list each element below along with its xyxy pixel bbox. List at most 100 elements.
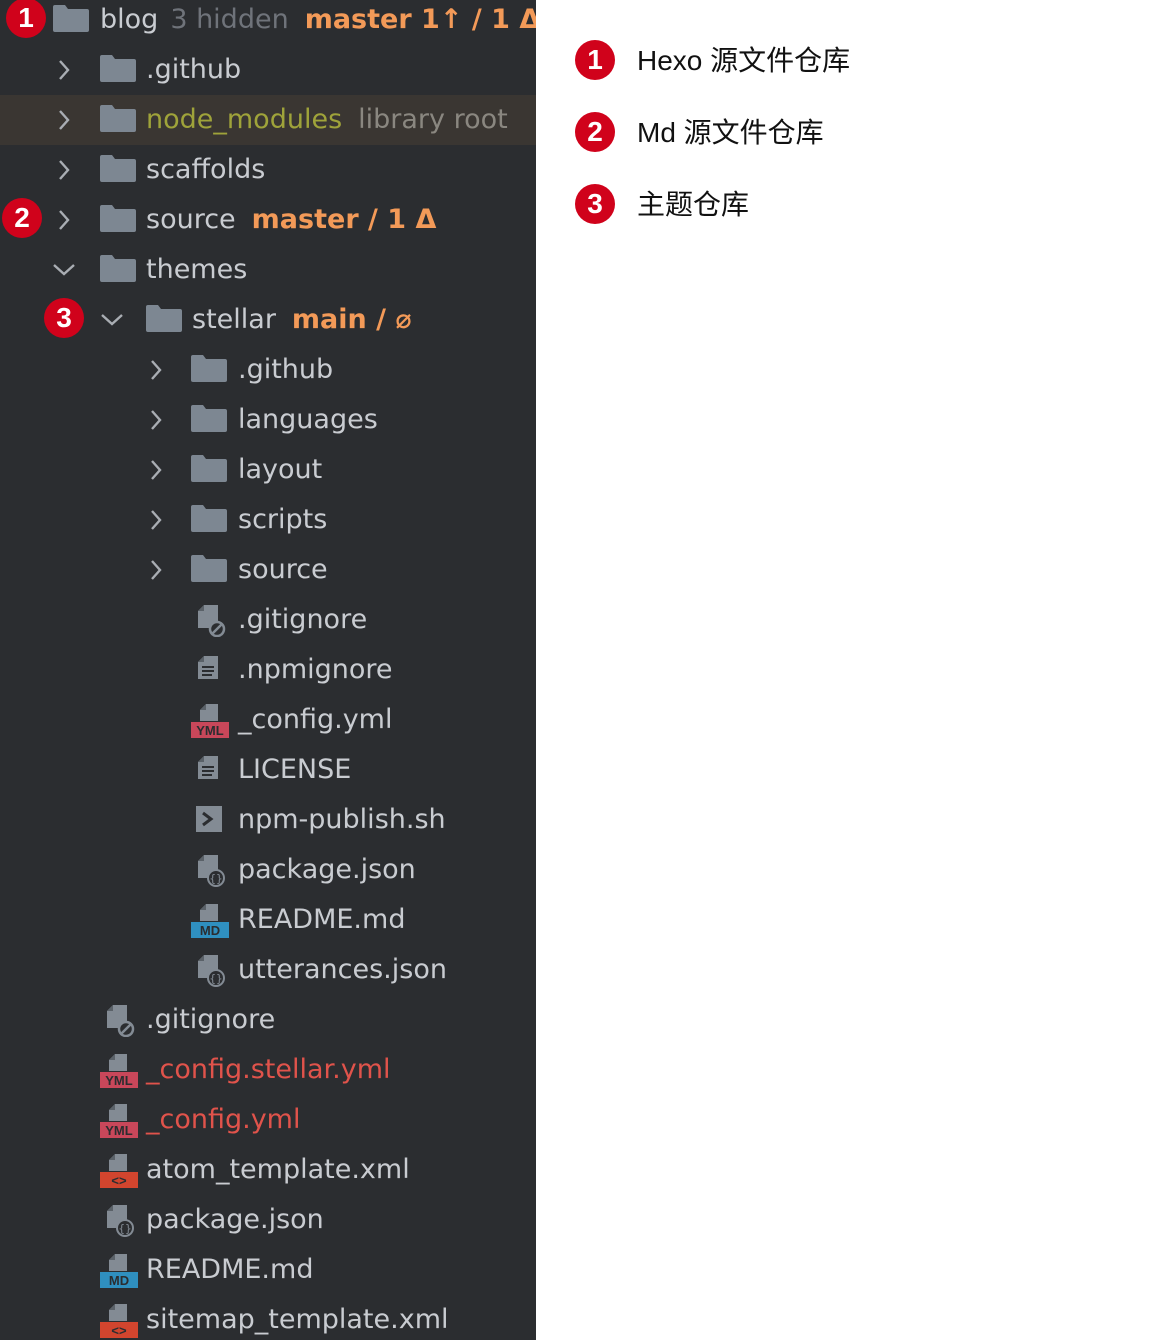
marker-badge: 2: [575, 112, 615, 152]
chevron-right-icon[interactable]: [52, 195, 76, 245]
tree-item-label: .github: [146, 45, 241, 95]
item-name: LICENSE: [238, 754, 352, 785]
item-hint: library root: [358, 104, 508, 135]
tree-folder-row[interactable]: scripts: [0, 495, 536, 545]
tree-file-row[interactable]: MD README.md: [0, 895, 536, 945]
item-name: _config.yml: [238, 704, 393, 735]
tree-folder-row[interactable]: .github: [0, 345, 536, 395]
tree-item-label: sitemap_template.xml: [146, 1295, 449, 1340]
tree-file-row[interactable]: {} utterances.json: [0, 945, 536, 995]
tree-folder-row[interactable]: themes: [0, 245, 536, 295]
chevron-right-icon[interactable]: [144, 345, 168, 395]
tree-file-row[interactable]: .gitignore: [0, 595, 536, 645]
tree-item-label: blog 3 hidden master 1↑ / 1 Δ: [100, 0, 536, 45]
chevron-down-icon[interactable]: [100, 295, 124, 345]
marker-badge: 2: [2, 198, 42, 238]
tree-file-row[interactable]: {} package.json: [0, 1195, 536, 1245]
chevron-right-icon[interactable]: [144, 495, 168, 545]
chevron-down-icon[interactable]: [52, 245, 76, 295]
yml-file-icon: YML: [99, 1103, 139, 1139]
tree-item-label: LICENSE: [238, 745, 351, 795]
json-file-icon: {}: [99, 1203, 139, 1239]
folder-icon: [99, 53, 139, 89]
item-name: stellar: [192, 304, 276, 335]
tree-file-row[interactable]: {} package.json: [0, 845, 536, 895]
tree-file-row[interactable]: YML _config.yml: [0, 695, 536, 745]
text-file-icon: [190, 753, 230, 789]
item-hint: 3 hidden: [170, 4, 289, 35]
project-tree: blog 3 hidden master 1↑ / 1 Δ 1 .github node_…: [0, 0, 536, 1340]
tree-file-row[interactable]: <> sitemap_template.xml: [0, 1295, 536, 1340]
folder-icon: [190, 503, 230, 539]
chevron-right-icon[interactable]: [52, 145, 76, 195]
tree-folder-row[interactable]: languages: [0, 395, 536, 445]
svg-text:MD: MD: [200, 923, 220, 938]
tree-item-label: source master / 1 Δ: [146, 195, 436, 245]
tree-folder-row[interactable]: stellar main / ⌀ 3: [0, 295, 536, 345]
tree-item-label: scaffolds: [146, 145, 265, 195]
tree-item-label: package.json: [146, 1195, 324, 1245]
tree-file-row[interactable]: YML _config.yml: [0, 1095, 536, 1145]
xml-file-icon: <>: [99, 1153, 139, 1189]
chevron-right-icon[interactable]: [52, 95, 76, 145]
folder-icon: [99, 103, 139, 139]
yml-file-icon: YML: [99, 1053, 139, 1089]
tree-folder-row[interactable]: scaffolds: [0, 145, 536, 195]
legend-text: Hexo 源文件仓库: [637, 45, 851, 76]
tree-item-label: source: [238, 545, 328, 595]
tree-file-row[interactable]: <> atom_template.xml: [0, 1145, 536, 1195]
item-name: scaffolds: [146, 154, 266, 185]
tree-file-row[interactable]: LICENSE: [0, 745, 536, 795]
svg-text:YML: YML: [105, 1123, 133, 1138]
folder-icon: [190, 553, 230, 589]
item-name: README.md: [146, 1254, 314, 1285]
tree-folder-row[interactable]: layout: [0, 445, 536, 495]
tree-file-row[interactable]: .npmignore: [0, 645, 536, 695]
chevron-right-icon[interactable]: [144, 395, 168, 445]
tree-file-row[interactable]: MD README.md: [0, 1245, 536, 1295]
item-name: .github: [146, 54, 242, 85]
tree-item-label: atom_template.xml: [146, 1145, 410, 1195]
tree-folder-row[interactable]: .github: [0, 45, 536, 95]
chevron-right-icon[interactable]: [52, 45, 76, 95]
tree-item-label: scripts: [238, 495, 327, 545]
json-file-icon: {}: [190, 853, 230, 889]
folder-icon: [190, 453, 230, 489]
tree-file-row[interactable]: .gitignore: [0, 995, 536, 1045]
legend-text: 主题仓库: [637, 189, 750, 220]
tree-item-label: README.md: [238, 895, 405, 945]
item-name: source: [146, 204, 236, 235]
item-name: README.md: [238, 904, 406, 935]
tree-item-label: _config.yml: [146, 1095, 301, 1145]
tree-folder-row[interactable]: blog 3 hidden master 1↑ / 1 Δ 1: [0, 0, 536, 45]
folder-icon: [99, 153, 139, 189]
item-name: languages: [238, 404, 378, 435]
folder-icon: [52, 3, 92, 39]
item-name: .gitignore: [238, 604, 368, 635]
tree-folder-row[interactable]: source: [0, 545, 536, 595]
marker-badge: 1: [6, 0, 46, 38]
tree-item-label: README.md: [146, 1245, 313, 1295]
tree-item-label: .github: [238, 345, 333, 395]
folder-icon: [190, 403, 230, 439]
folder-icon: [190, 353, 230, 389]
tree-file-row[interactable]: YML _config.stellar.yml: [0, 1045, 536, 1095]
item-name: atom_template.xml: [146, 1154, 410, 1185]
svg-text:YML: YML: [105, 1073, 133, 1088]
item-name: .npmignore: [238, 654, 393, 685]
tree-item-label: themes: [146, 245, 247, 295]
chevron-right-icon[interactable]: [144, 445, 168, 495]
md-file-icon: MD: [190, 903, 230, 939]
item-name: node_modules: [146, 104, 343, 135]
item-name: package.json: [146, 1204, 324, 1235]
svg-text:{}: {}: [209, 972, 222, 985]
chevron-right-icon[interactable]: [144, 545, 168, 595]
folder-icon: [99, 253, 139, 289]
tree-file-row[interactable]: npm-publish.sh: [0, 795, 536, 845]
tree-item-label: stellar main / ⌀: [192, 295, 412, 345]
marker-badge: 3: [44, 298, 84, 338]
tree-folder-row[interactable]: node_modules library root: [0, 95, 536, 145]
folder-icon: [145, 303, 185, 339]
tree-folder-row[interactable]: source master / 1 Δ 2: [0, 195, 536, 245]
item-name: themes: [146, 254, 248, 285]
